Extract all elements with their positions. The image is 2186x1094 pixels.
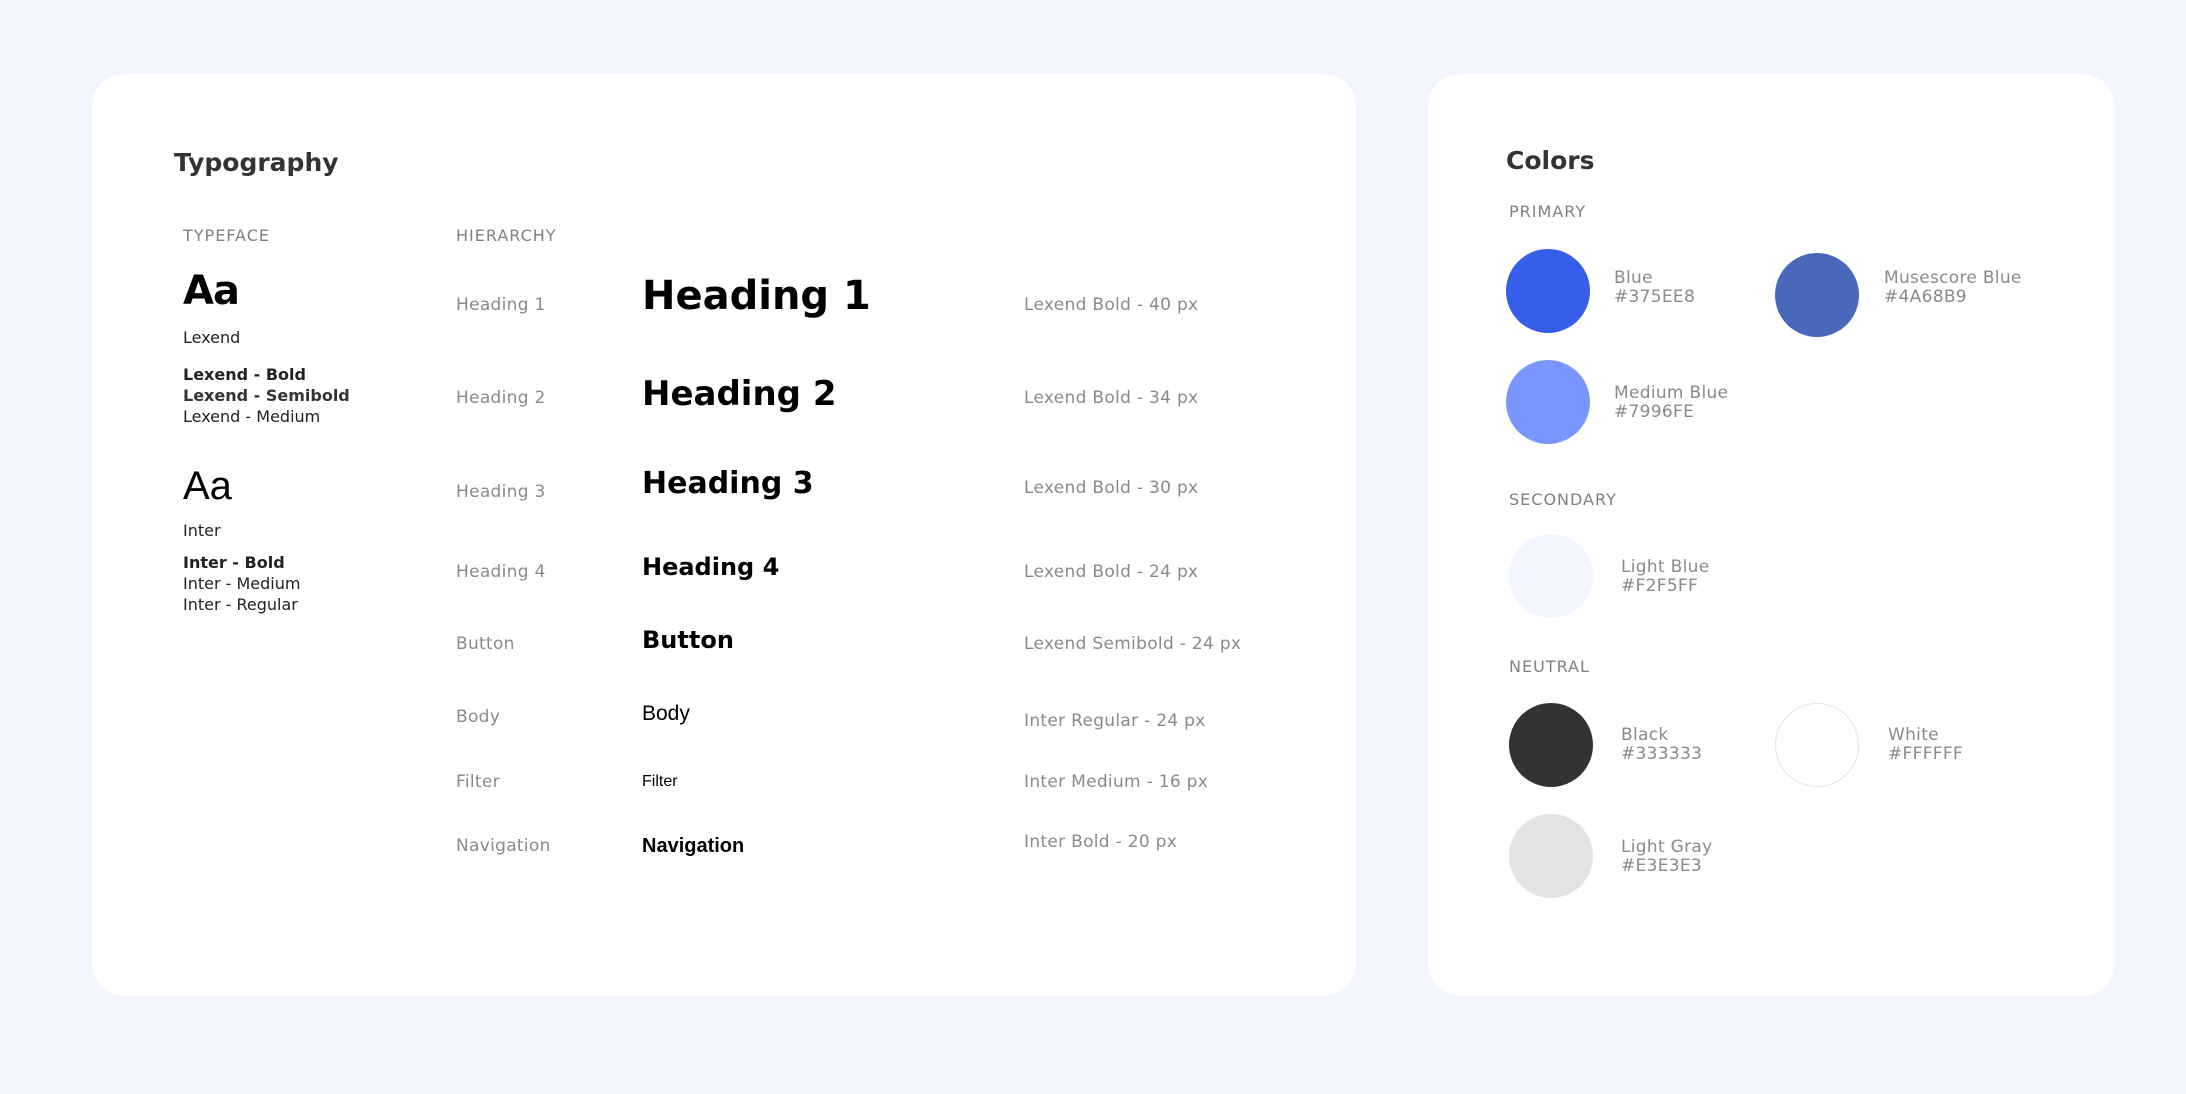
lexend-weight-semibold: Lexend - Semibold	[183, 386, 350, 405]
sample-heading-1: Heading 1	[642, 273, 871, 319]
typography-card: Typography TYPEFACE HIERARCHY Aa Lexend …	[92, 74, 1356, 996]
inter-weight-medium: Inter - Medium	[183, 574, 301, 593]
swatch-white	[1775, 703, 1859, 787]
color-hex-black: #333333	[1621, 744, 1703, 764]
spec-filter: Inter Medium - 16 px	[1024, 772, 1209, 792]
lexend-weight-bold: Lexend - Bold	[183, 365, 306, 384]
lexend-weight-medium: Lexend - Medium	[183, 407, 321, 426]
color-info-musescore-blue: Musescore Blue #4A68B9	[1884, 269, 2022, 307]
color-info-light-blue: Light Blue #F2F5FF	[1621, 558, 1709, 596]
color-name-white: White	[1888, 725, 1939, 745]
color-info-light-gray: Light Gray #E3E3E3	[1621, 838, 1712, 876]
color-info-white: White #FFFFFF	[1888, 726, 1963, 764]
hierarchy-label: HIERARCHY	[456, 226, 557, 245]
color-name-light-gray: Light Gray	[1621, 837, 1713, 857]
color-name-blue: Blue	[1614, 268, 1653, 288]
spec-heading-3: Lexend Bold - 30 px	[1024, 478, 1199, 498]
lexend-weights: Lexend - Bold Lexend - Semibold Lexend -…	[183, 364, 350, 427]
color-hex-white: #FFFFFF	[1888, 744, 1964, 764]
primary-label: PRIMARY	[1509, 202, 1587, 221]
inter-sample: Aa	[183, 464, 232, 508]
row-label-heading-2: Heading 2	[456, 388, 546, 408]
inter-weight-regular: Inter - Regular	[183, 595, 298, 614]
lexend-name: Lexend	[183, 328, 241, 347]
color-name-black: Black	[1621, 725, 1669, 745]
inter-weight-bold: Inter - Bold	[183, 553, 285, 572]
swatch-light-gray	[1509, 814, 1593, 898]
sample-navigation: Navigation	[642, 835, 745, 857]
color-hex-light-gray: #E3E3E3	[1621, 856, 1703, 876]
spec-body: Inter Regular - 24 px	[1024, 711, 1206, 731]
swatch-black	[1509, 703, 1593, 787]
sample-heading-2: Heading 2	[642, 374, 837, 414]
spec-navigation: Inter Bold - 20 px	[1024, 832, 1178, 852]
secondary-label: SECONDARY	[1509, 490, 1617, 509]
sample-filter: Filter	[642, 773, 678, 790]
color-name-medium-blue: Medium Blue	[1614, 383, 1729, 403]
swatch-blue	[1506, 249, 1590, 333]
color-hex-blue: #375EE8	[1614, 287, 1696, 307]
color-name-musescore-blue: Musescore Blue	[1884, 268, 2022, 288]
lexend-sample: Aa	[183, 268, 240, 314]
row-label-body: Body	[456, 707, 501, 727]
color-hex-light-blue: #F2F5FF	[1621, 576, 1699, 596]
typeface-label: TYPEFACE	[183, 226, 270, 245]
swatch-musescore-blue	[1775, 253, 1859, 337]
sample-heading-3: Heading 3	[642, 466, 814, 501]
row-label-navigation: Navigation	[456, 836, 551, 856]
sample-body: Body	[642, 702, 690, 725]
colors-title: Colors	[1506, 146, 1595, 175]
spec-heading-1: Lexend Bold - 40 px	[1024, 295, 1199, 315]
spec-heading-4: Lexend Bold - 24 px	[1024, 562, 1199, 582]
colors-card: Colors PRIMARY Blue #375EE8 Musescore Bl…	[1428, 74, 2114, 996]
sample-heading-4: Heading 4	[642, 553, 780, 581]
color-hex-musescore-blue: #4A68B9	[1884, 287, 1967, 307]
swatch-light-blue	[1509, 534, 1593, 618]
row-label-heading-3: Heading 3	[456, 482, 546, 502]
neutral-label: NEUTRAL	[1509, 657, 1590, 676]
sample-button: Button	[642, 626, 734, 654]
color-info-black: Black #333333	[1621, 726, 1702, 764]
typography-title: Typography	[174, 148, 339, 177]
color-info-blue: Blue #375EE8	[1614, 269, 1695, 307]
color-name-light-blue: Light Blue	[1621, 557, 1710, 577]
row-label-heading-4: Heading 4	[456, 562, 546, 582]
spec-button: Lexend Semibold - 24 px	[1024, 634, 1242, 654]
spec-heading-2: Lexend Bold - 34 px	[1024, 388, 1199, 408]
inter-name: Inter	[183, 521, 221, 540]
row-label-heading-1: Heading 1	[456, 295, 546, 315]
row-label-button: Button	[456, 634, 515, 654]
swatch-medium-blue	[1506, 360, 1590, 444]
inter-weights: Inter - Bold Inter - Medium Inter - Regu…	[183, 552, 300, 615]
row-label-filter: Filter	[456, 772, 500, 792]
color-info-medium-blue: Medium Blue #7996FE	[1614, 384, 1728, 422]
color-hex-medium-blue: #7996FE	[1614, 402, 1695, 422]
